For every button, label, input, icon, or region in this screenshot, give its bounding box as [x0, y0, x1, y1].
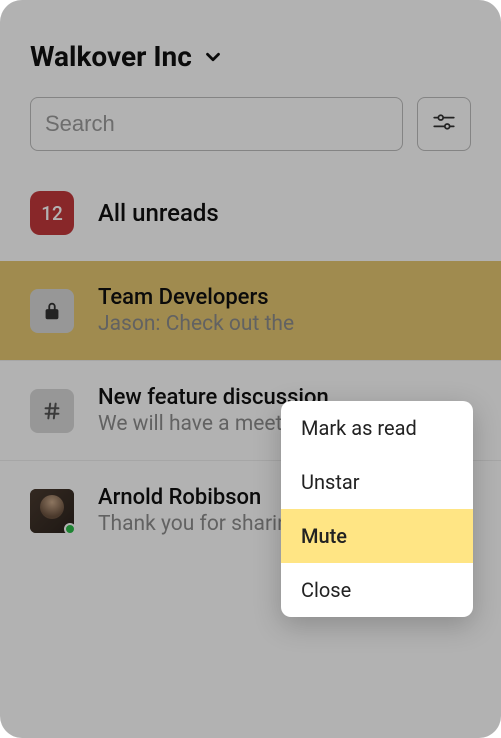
search-row: [0, 97, 501, 177]
channel-title: Team Developers: [98, 285, 471, 310]
channel-preview: Jason: Check out the: [98, 312, 471, 336]
channel-item[interactable]: Team Developers Jason: Check out the: [0, 261, 501, 360]
avatar: [30, 489, 74, 533]
menu-item-close[interactable]: Close: [281, 563, 473, 617]
all-unreads-item[interactable]: 12 All unreads: [0, 177, 501, 261]
chevron-down-icon: [202, 46, 224, 68]
filter-button[interactable]: [417, 97, 471, 151]
search-input[interactable]: [30, 97, 403, 151]
workspace-name: Walkover Inc: [30, 40, 192, 73]
context-menu: Mark as read Unstar Mute Close: [281, 401, 473, 617]
all-unreads-label: All unreads: [98, 199, 219, 227]
menu-item-mute[interactable]: Mute: [281, 509, 473, 563]
sliders-icon: [431, 109, 457, 139]
unread-count-badge: 12: [30, 191, 74, 235]
hash-icon: [30, 389, 74, 433]
presence-online-icon: [64, 523, 76, 535]
workspace-header[interactable]: Walkover Inc: [0, 0, 501, 97]
menu-item-unstar[interactable]: Unstar: [281, 455, 473, 509]
lock-icon: [30, 289, 74, 333]
menu-item-mark-read[interactable]: Mark as read: [281, 401, 473, 455]
